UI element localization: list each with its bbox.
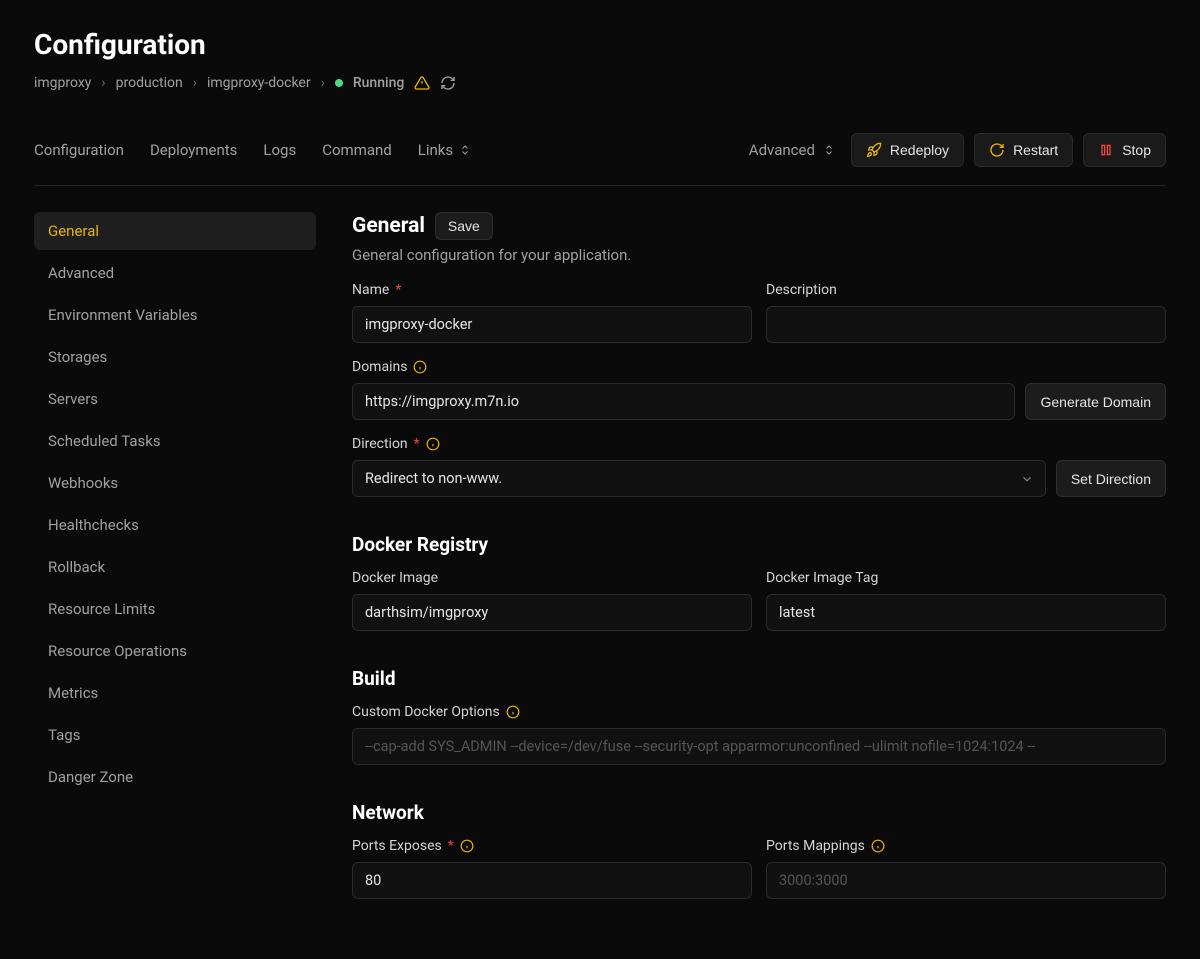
info-icon[interactable] xyxy=(506,705,520,719)
domains-input[interactable] xyxy=(352,383,1015,420)
info-icon[interactable] xyxy=(460,839,474,853)
breadcrumb-item-0[interactable]: imgproxy xyxy=(34,75,91,91)
sort-icon xyxy=(823,144,835,156)
sidebar-item-webhooks[interactable]: Webhooks xyxy=(34,464,316,502)
description-input[interactable] xyxy=(766,306,1166,343)
required-asterisk: * xyxy=(395,282,401,298)
name-input[interactable] xyxy=(352,306,752,343)
status-running-link[interactable]: Running xyxy=(353,75,404,91)
sidebar-item-danger-zone[interactable]: Danger Zone xyxy=(34,758,316,796)
chevron-right-icon: › xyxy=(193,75,197,91)
breadcrumb-item-1[interactable]: production xyxy=(116,75,183,91)
section-registry: Docker Registry Docker Image Docker Imag… xyxy=(352,533,1166,631)
stop-button[interactable]: Stop xyxy=(1083,133,1166,167)
info-icon[interactable] xyxy=(871,839,885,853)
sidebar-item-storages[interactable]: Storages xyxy=(34,338,316,376)
content: General Save General configuration for y… xyxy=(352,212,1166,899)
redeploy-icon xyxy=(866,142,882,158)
stop-label: Stop xyxy=(1122,142,1151,158)
section-build: Build Custom Docker Options xyxy=(352,667,1166,765)
registry-heading: Docker Registry xyxy=(352,533,1166,556)
docker-tag-input[interactable] xyxy=(766,594,1166,631)
ports-exposes-input[interactable] xyxy=(352,862,752,899)
general-heading: General xyxy=(352,214,425,238)
tab-configuration[interactable]: Configuration xyxy=(34,141,124,159)
advanced-toggle[interactable]: Advanced xyxy=(749,141,835,159)
sidebar-item-tags[interactable]: Tags xyxy=(34,716,316,754)
ports-exposes-label: Ports Exposes * xyxy=(352,838,752,854)
docker-tag-label: Docker Image Tag xyxy=(766,570,1166,586)
generate-domain-button[interactable]: Generate Domain xyxy=(1025,383,1166,420)
sidebar-item-env[interactable]: Environment Variables xyxy=(34,296,316,334)
save-button[interactable]: Save xyxy=(435,212,493,240)
ports-mappings-input[interactable] xyxy=(766,862,1166,899)
redeploy-button[interactable]: Redeploy xyxy=(851,133,964,167)
docker-image-label: Docker Image xyxy=(352,570,752,586)
page-title: Configuration xyxy=(34,28,1166,61)
redeploy-label: Redeploy xyxy=(890,142,949,158)
direction-select[interactable]: Redirect to non-www. xyxy=(352,460,1046,497)
tab-deployments[interactable]: Deployments xyxy=(150,141,237,159)
sidebar-item-rollback[interactable]: Rollback xyxy=(34,548,316,586)
set-direction-button[interactable]: Set Direction xyxy=(1056,460,1166,497)
chevron-right-icon: › xyxy=(321,75,325,91)
custom-options-input[interactable] xyxy=(352,728,1166,765)
custom-options-label: Custom Docker Options xyxy=(352,704,1166,720)
tabs: Configuration Deployments Logs Command L… xyxy=(34,141,471,159)
tab-links-label: Links xyxy=(418,141,453,159)
sidebar-item-metrics[interactable]: Metrics xyxy=(34,674,316,712)
chevron-right-icon: › xyxy=(101,75,105,91)
restart-button[interactable]: Restart xyxy=(974,133,1073,167)
sidebar-item-general[interactable]: General xyxy=(34,212,316,250)
section-network: Network Ports Exposes * Ports Mappings xyxy=(352,801,1166,899)
sidebar-item-servers[interactable]: Servers xyxy=(34,380,316,418)
restart-icon xyxy=(989,142,1005,158)
domains-label: Domains xyxy=(352,359,1166,375)
ports-mappings-label: Ports Mappings xyxy=(766,838,1166,854)
network-heading: Network xyxy=(352,801,1166,824)
description-label: Description xyxy=(766,282,1166,298)
status-dot-icon xyxy=(335,79,343,87)
info-icon[interactable] xyxy=(413,360,427,374)
tab-links[interactable]: Links xyxy=(418,141,471,159)
sidebar-item-resource-limits[interactable]: Resource Limits xyxy=(34,590,316,628)
sidebar-item-resource-operations[interactable]: Resource Operations xyxy=(34,632,316,670)
advanced-label: Advanced xyxy=(749,141,815,159)
general-desc: General configuration for your applicati… xyxy=(352,246,1166,264)
breadcrumb-item-2[interactable]: imgproxy-docker xyxy=(207,75,311,91)
info-icon[interactable] xyxy=(426,437,440,451)
section-general: General Save General configuration for y… xyxy=(352,212,1166,497)
required-asterisk: * xyxy=(414,436,420,452)
warning-icon[interactable] xyxy=(414,75,430,91)
required-asterisk: * xyxy=(448,838,454,854)
docker-image-input[interactable] xyxy=(352,594,752,631)
stop-icon xyxy=(1098,142,1114,158)
sidebar: General Advanced Environment Variables S… xyxy=(34,212,316,899)
restart-label: Restart xyxy=(1013,142,1058,158)
name-label: Name * xyxy=(352,282,752,298)
build-heading: Build xyxy=(352,667,1166,690)
tab-command[interactable]: Command xyxy=(322,141,392,159)
breadcrumb: imgproxy › production › imgproxy-docker … xyxy=(34,75,1166,91)
sidebar-item-scheduled-tasks[interactable]: Scheduled Tasks xyxy=(34,422,316,460)
refresh-icon[interactable] xyxy=(440,75,456,91)
direction-label: Direction * xyxy=(352,436,1166,452)
sidebar-item-healthchecks[interactable]: Healthchecks xyxy=(34,506,316,544)
sidebar-item-advanced[interactable]: Advanced xyxy=(34,254,316,292)
tab-logs[interactable]: Logs xyxy=(263,141,296,159)
sort-icon xyxy=(459,144,471,156)
